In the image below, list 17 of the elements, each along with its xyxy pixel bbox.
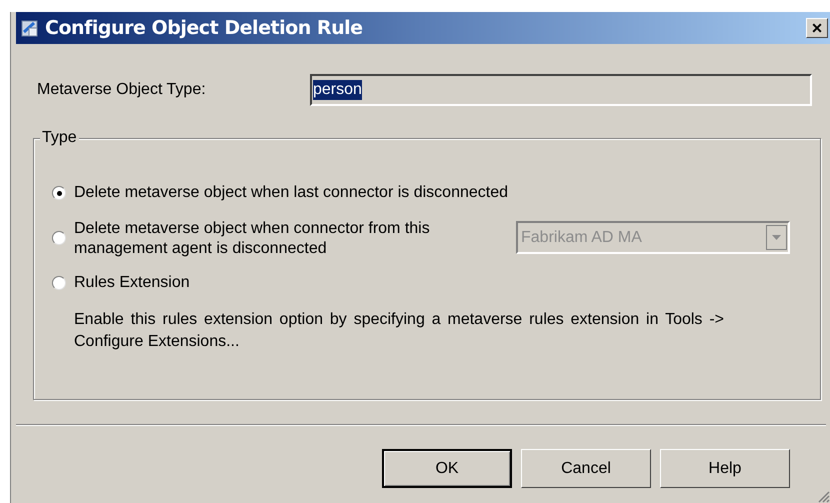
- radio-label: Delete metaverse object when connector from this management agent is disconnected: [74, 219, 431, 259]
- input-field[interactable]: person: [310, 74, 812, 106]
- radio-label: Rules Extension: [74, 273, 191, 293]
- dialog-button[interactable]: Help: [660, 449, 790, 488]
- field-value: person: [313, 80, 362, 100]
- help-text: Enable this rules extension option by specifying a metaverse rules extension in Tools -> Configure Extensions...: [74, 310, 724, 352]
- field-label: Metaverse Object Type:: [37, 80, 207, 100]
- dialog-button[interactable]: OK: [382, 449, 512, 488]
- radio-label: Delete metaverse object when last connector is disconnected: [74, 183, 508, 203]
- resize-grip-icon[interactable]: [816, 489, 830, 503]
- group-legend: Type: [40, 128, 79, 148]
- dialog-button[interactable]: Cancel: [521, 449, 651, 488]
- window-title: Configure Object Deletion Rule: [45, 16, 363, 41]
- close-button[interactable]: ×: [806, 18, 828, 38]
- radio-button[interactable]: [52, 231, 66, 245]
- radio-button[interactable]: [52, 186, 66, 200]
- radio-button[interactable]: [52, 276, 66, 290]
